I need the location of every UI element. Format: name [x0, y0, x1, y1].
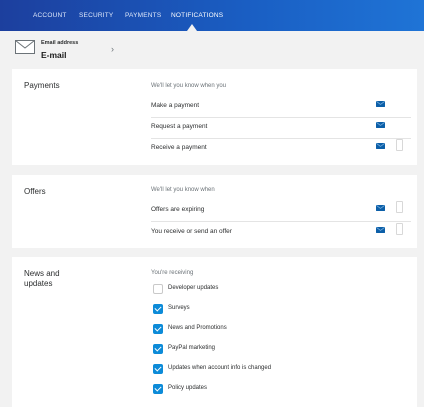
offers-section: Offers We'll let you know when Offers ar…: [12, 175, 417, 248]
section-title: News and updates: [24, 269, 60, 289]
section-title-line1: News and: [24, 269, 60, 278]
email-address-row[interactable]: Email address E-mail ›: [0, 31, 424, 66]
row-label: Receive a payment: [151, 144, 207, 151]
tab-account[interactable]: ACCOUNT: [33, 12, 67, 19]
email-toggle-icon[interactable]: [376, 205, 385, 211]
checkbox-label: Updates when account info is changed: [168, 365, 272, 371]
active-tab-indicator: [187, 24, 197, 31]
row-label: You receive or send an offer: [151, 228, 232, 235]
checkbox[interactable]: [153, 344, 163, 354]
email-toggle-icon[interactable]: [376, 143, 385, 149]
notification-row: You receive or send an offer: [151, 223, 411, 244]
section-title: Payments: [24, 81, 60, 90]
notification-row: Request a payment: [151, 118, 411, 139]
section-subtitle: We'll let you know when: [151, 187, 215, 193]
checkbox-label: Developer updates: [168, 285, 219, 291]
checkbox[interactable]: [153, 284, 163, 294]
top-nav: ACCOUNT SECURITY PAYMENTS NOTIFICATIONS: [0, 0, 424, 31]
email-address-value: E-mail: [41, 50, 67, 60]
checkbox-label: Policy updates: [168, 385, 208, 391]
tab-payments[interactable]: PAYMENTS: [125, 12, 161, 19]
notification-row: Make a payment: [151, 97, 411, 118]
row-label: Offers are expiring: [151, 206, 205, 213]
payments-section: Payments We'll let you know when you Mak…: [12, 69, 417, 165]
checkbox-label: Surveys: [168, 305, 190, 311]
notification-row: Offers are expiring: [151, 201, 411, 222]
notification-row: Receive a payment: [151, 139, 411, 160]
section-title-line2: updates: [24, 279, 53, 288]
section-subtitle: You're receiving: [151, 270, 194, 276]
section-subtitle: We'll let you know when you: [151, 83, 227, 89]
checkbox[interactable]: [153, 304, 163, 314]
email-toggle-icon[interactable]: [376, 227, 385, 233]
checkbox-label: PayPal marketing: [168, 345, 216, 351]
push-toggle-placeholder: [396, 139, 403, 151]
push-toggle-placeholder: [396, 223, 403, 235]
email-toggle-icon[interactable]: [376, 101, 385, 107]
push-toggle-placeholder: [396, 201, 403, 213]
tab-security[interactable]: SECURITY: [79, 12, 113, 19]
checkbox[interactable]: [153, 384, 163, 394]
news-updates-section: News and updates You're receiving: [12, 257, 417, 407]
checkbox[interactable]: [153, 364, 163, 374]
email-toggle-icon[interactable]: [376, 122, 385, 128]
row-label: Make a payment: [151, 102, 200, 109]
chevron-right-icon[interactable]: ›: [111, 44, 114, 54]
checkbox[interactable]: [153, 324, 163, 334]
row-label: Request a payment: [151, 123, 208, 130]
envelope-icon: [15, 40, 35, 54]
email-address-label: Email address: [41, 40, 79, 46]
section-title: Offers: [24, 187, 46, 196]
tab-notifications[interactable]: NOTIFICATIONS: [171, 12, 223, 19]
checkbox-label: News and Promotions: [168, 325, 227, 331]
